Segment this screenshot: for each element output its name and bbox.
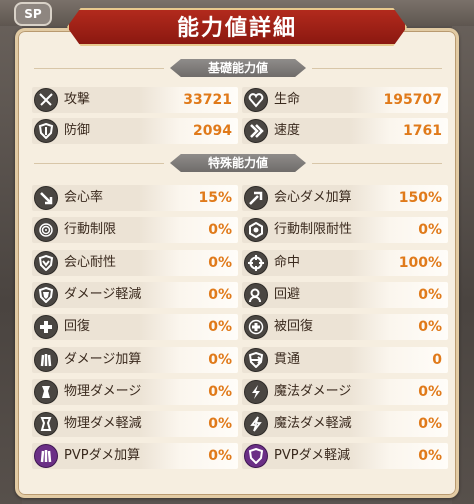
crosshair-icon [244, 250, 268, 275]
stat-value: 195707 [383, 92, 442, 108]
critical-arrow-icon [34, 186, 58, 210]
stat-row: ダメージ軽減 0% [32, 281, 238, 308]
section-divider [34, 68, 164, 69]
stat-row: PVPダメ軽減 0% [242, 443, 448, 470]
crit-resist-shield-icon [34, 250, 58, 275]
magic-bolt-icon [244, 379, 268, 404]
stat-row: 魔法ダメージ 0% [242, 378, 448, 405]
stat-label: 魔法ダメージ [274, 383, 352, 399]
stat-label: 速度 [274, 123, 301, 138]
stat-value: 1761 [403, 123, 442, 139]
pvp-claw-icon [34, 444, 58, 469]
stat-label: 物理ダメージ [64, 383, 142, 399]
stat-value: 0% [418, 383, 442, 400]
stat-label: 被回復 [274, 319, 314, 335]
stat-value: 0% [208, 351, 232, 368]
stat-row: 速度 1761 [242, 118, 448, 144]
hex-resist-icon [244, 218, 268, 243]
section-divider [312, 163, 442, 164]
damage-reduce-shield-icon [34, 282, 58, 307]
stat-row: 回避 0% [242, 281, 448, 308]
special-section-header: 特殊能力値 [170, 154, 306, 172]
stat-label: ダメージ軽減 [64, 286, 142, 302]
stat-value: 100% [398, 254, 442, 271]
stat-label: 命中 [274, 254, 301, 270]
stat-value: 15% [198, 190, 232, 206]
stat-row: 生命 195707 [242, 87, 448, 113]
critical-damage-icon [244, 186, 268, 210]
claw-icon [34, 347, 58, 372]
speed-chevron-icon [244, 119, 268, 143]
stat-label: 生命 [274, 92, 301, 107]
heal-plus-icon [34, 315, 58, 340]
stat-label: PVPダメ軽減 [274, 448, 351, 464]
stat-value: 0% [208, 254, 232, 271]
stat-value: 33721 [183, 92, 232, 108]
stat-row: 防御 2094 [32, 118, 238, 144]
stat-label: 貫通 [274, 351, 301, 367]
stat-value: 0% [418, 286, 442, 303]
stat-label: 回避 [274, 286, 301, 302]
stat-value: 0% [208, 286, 232, 303]
dodge-icon [244, 282, 268, 307]
stat-row: 会心率 15% [32, 185, 238, 211]
stat-label: 行動制限耐性 [274, 222, 353, 238]
sword-cross-icon [34, 88, 58, 112]
stat-value: 0% [208, 448, 232, 465]
stat-label: 防御 [64, 123, 91, 138]
stat-value: 0% [418, 448, 442, 465]
stat-value: 0% [418, 222, 442, 239]
spiral-icon [34, 218, 58, 243]
pierce-icon [244, 347, 268, 372]
stat-row: 行動制限 0% [32, 217, 238, 244]
stat-label: 会心率 [64, 190, 104, 205]
stat-label: 回復 [64, 319, 91, 335]
stat-row: 魔法ダメ軽減 0% [242, 411, 448, 438]
physical-reduce-icon [34, 412, 58, 437]
basic-section-header: 基礎能力値 [170, 59, 306, 77]
section-divider [34, 163, 164, 164]
stat-value: 0% [418, 319, 442, 336]
received-heal-icon [244, 315, 268, 340]
stat-row: 行動制限耐性 0% [242, 217, 448, 244]
stat-row: 攻撃 33721 [32, 87, 238, 113]
stat-row: 物理ダメージ 0% [32, 378, 238, 405]
stat-value: 150% [398, 190, 442, 206]
top-badge: SP [14, 2, 52, 26]
magic-reduce-icon [244, 412, 268, 437]
stat-row: 物理ダメ軽減 0% [32, 411, 238, 438]
stat-row: 命中 100% [242, 249, 448, 276]
stat-row: 被回復 0% [242, 314, 448, 341]
stat-value: 0% [208, 319, 232, 336]
stat-row: ダメージ加算 0% [32, 346, 238, 373]
stat-value: 0% [208, 383, 232, 400]
stat-label: 物理ダメ軽減 [64, 416, 142, 432]
pvp-shield-icon [244, 444, 268, 469]
stat-row: 貫通 0 [242, 346, 448, 373]
stat-row: 会心ダメ加算 150% [242, 185, 448, 211]
stat-label: PVPダメ加算 [64, 448, 141, 464]
stat-label: 会心ダメ加算 [274, 190, 352, 205]
stat-label: 会心耐性 [64, 254, 117, 270]
shield-icon [34, 119, 58, 143]
stat-value: 2094 [193, 123, 232, 139]
stat-value: 0% [418, 416, 442, 433]
stat-label: ダメージ加算 [64, 351, 142, 367]
physical-damage-icon [34, 379, 58, 404]
stat-row: 回復 0% [32, 314, 238, 341]
stat-row: PVPダメ加算 0% [32, 443, 238, 470]
section-divider [312, 68, 442, 69]
page-title: 能力値詳細 [67, 8, 407, 46]
stat-row: 会心耐性 0% [32, 249, 238, 276]
stat-label: 行動制限 [64, 222, 117, 238]
stat-value: 0 [432, 351, 442, 368]
stat-label: 攻撃 [64, 92, 91, 107]
heart-icon [244, 88, 268, 112]
stat-value: 0% [208, 416, 232, 433]
stat-value: 0% [208, 222, 232, 239]
stat-label: 魔法ダメ軽減 [274, 416, 352, 432]
